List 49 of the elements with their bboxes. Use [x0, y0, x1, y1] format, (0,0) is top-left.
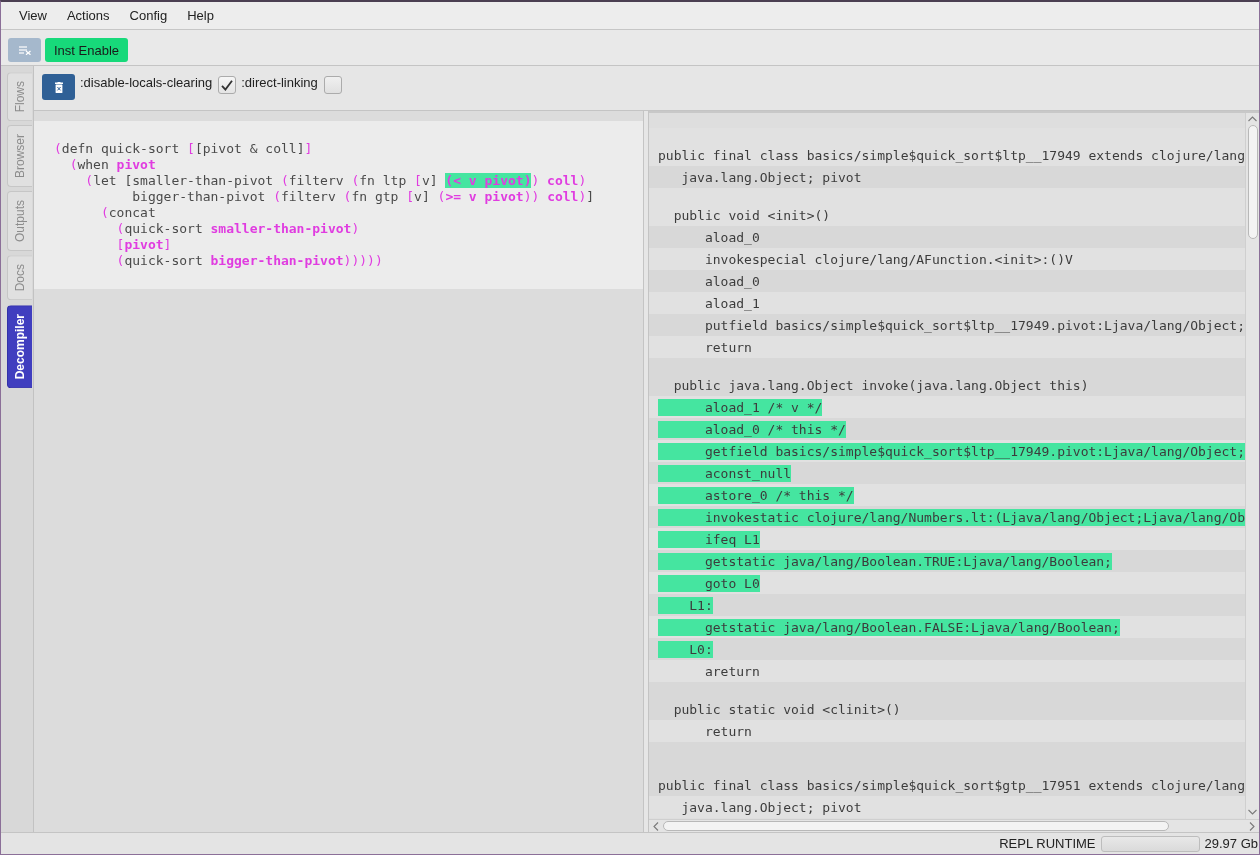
chevron-left-icon[interactable] — [653, 821, 659, 831]
bytecode-line: aload_0 — [704, 228, 760, 246]
code-line: (concat — [100, 205, 156, 221]
code-line: bigger-than-pivot (filterv (fn gtp [v] (>= v pivot)) coll)] — [132, 189, 595, 205]
bytecode-line: java.lang.Object; pivot — [681, 798, 862, 816]
bytecode-line: public java.lang.Object invoke(java.lang.Object this) — [673, 376, 1089, 394]
chevron-up-icon[interactable] — [1248, 116, 1257, 122]
horizontal-scrollbar[interactable] — [649, 819, 1259, 832]
bytecode-line: aload_0 — [704, 272, 760, 290]
trash-icon — [54, 81, 63, 93]
scrollbar-thumb[interactable] — [663, 821, 1169, 831]
option-label: :disable-locals-clearing — [80, 75, 213, 91]
bytecode-line: areturn — [704, 662, 760, 680]
code-line: [pivot] — [116, 237, 172, 253]
bytecode-line: invokespecial clojure/lang/AFunction.<init>:()V — [704, 250, 1073, 268]
memory-usage: 29.97 Gb — [1204, 835, 1258, 852]
clear-list-icon — [18, 45, 31, 55]
checkbox[interactable] — [323, 76, 342, 94]
menu-item[interactable]: View — [9, 6, 57, 25]
clear-button[interactable] — [8, 38, 41, 62]
chevron-right-icon[interactable] — [1249, 821, 1255, 831]
bytecode-line: public final class basics/simple$quick_sort$ltp__17949 extends clojure/lang — [658, 146, 1245, 164]
delete-button[interactable] — [42, 74, 75, 100]
bytecode-line: return — [704, 338, 752, 356]
inst-enable-button[interactable]: Inst Enable — [45, 38, 129, 62]
bytecode-line: java.lang.Object; pivot — [681, 168, 862, 186]
menu-item[interactable]: Actions — [56, 6, 120, 25]
scrollbar-thumb[interactable] — [1247, 125, 1258, 239]
checkbox[interactable] — [218, 76, 237, 94]
bytecode-line: putfield basics/simple$quick_sort$ltp__17949.pivot:Ljava/lang/Object; — [704, 316, 1245, 334]
side-tab[interactable]: Decompiler — [7, 304, 32, 389]
bytecode-line: aload_1 — [704, 294, 760, 312]
bytecode-line: return — [704, 722, 752, 740]
menu-item[interactable]: Config — [119, 6, 178, 25]
code-line: (quick-sort bigger-than-pivot))))) — [116, 253, 383, 269]
check-icon — [221, 79, 234, 91]
menu-item[interactable]: Help — [177, 6, 224, 25]
vertical-scrollbar[interactable] — [1245, 113, 1259, 819]
option-label: :direct-linking — [241, 75, 318, 91]
bytecode-line: public static void <clinit>() — [673, 700, 901, 718]
bytecode-line: public void <init>() — [673, 206, 831, 224]
code-line: (defn quick-sort [[pivot & coll]] — [54, 141, 313, 157]
code-line: (when pivot — [69, 157, 156, 173]
status-label: REPL RUNTIME — [999, 835, 1096, 852]
code-line: (let [smaller-than-pivot (filterv (fn ltp [v] (< v pivot)) coll) — [85, 173, 587, 189]
code-editor[interactable] — [34, 121, 643, 289]
chevron-down-icon[interactable] — [1248, 809, 1257, 815]
code-line: (quick-sort smaller-than-pivot) — [116, 221, 360, 237]
bytecode-line: public final class basics/simple$quick_sort$gtp__17951 extends clojure/lang — [658, 776, 1245, 794]
